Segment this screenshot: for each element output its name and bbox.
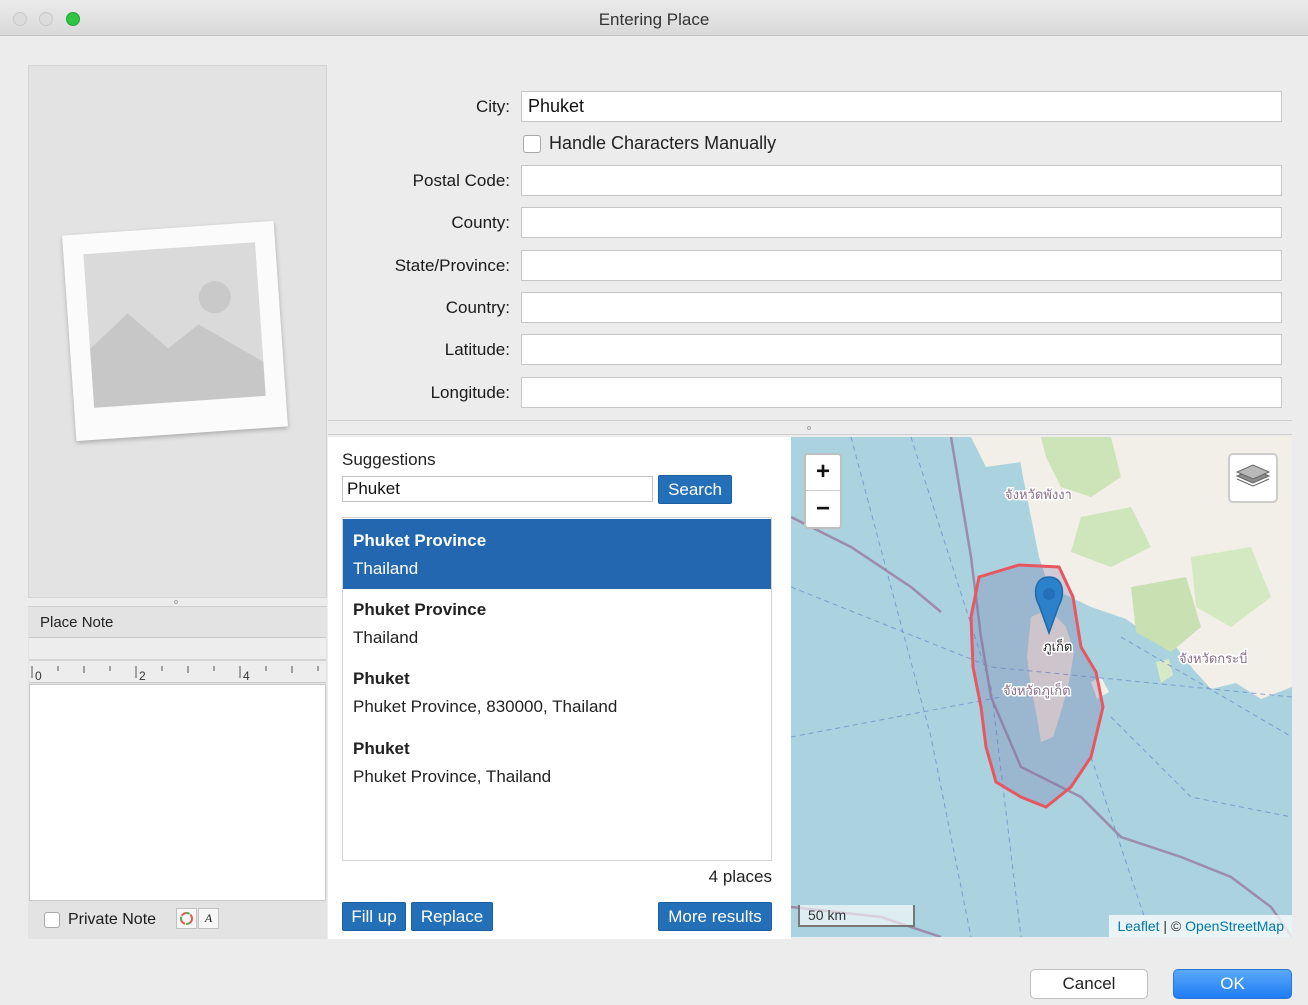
list-item[interactable]: Phuket Province Thailand	[343, 588, 771, 658]
font-panel-button[interactable]: A	[198, 908, 219, 929]
ruler-label: 2	[139, 669, 146, 683]
window-title: Entering Place	[598, 10, 710, 29]
longitude-label: Longitude:	[430, 383, 510, 402]
result-detail: Thailand	[353, 559, 419, 578]
search-button[interactable]: Search	[658, 475, 732, 504]
layers-icon[interactable]	[1228, 453, 1278, 503]
zoom-control: + −	[804, 453, 842, 529]
color-picker-icon[interactable]	[176, 908, 197, 929]
handle-characters-row: Handle Characters Manually	[523, 133, 776, 154]
state-province-row: State/Province:	[330, 250, 1282, 282]
note-footer: Private Note A	[28, 903, 327, 939]
result-name: Phuket	[353, 739, 410, 758]
place-note-textarea[interactable]	[29, 684, 326, 901]
split-view-divider[interactable]	[328, 420, 1292, 435]
place-photo-well[interactable]	[28, 65, 327, 598]
ok-button[interactable]: OK	[1173, 969, 1292, 999]
suggestion-results-list: Phuket Province Thailand Phuket Province…	[342, 517, 772, 861]
result-detail: Phuket Province, Thailand	[353, 767, 552, 786]
result-detail: Phuket Province, 830000, Thailand	[353, 697, 618, 716]
zoom-in-button[interactable]: +	[806, 455, 840, 491]
ruler-label: 0	[35, 669, 42, 683]
handle-characters-checkbox[interactable]	[523, 135, 541, 154]
zoom-out-button[interactable]: −	[806, 492, 840, 528]
cancel-button[interactable]: Cancel	[1030, 969, 1148, 999]
photo-placeholder-icon	[62, 220, 288, 442]
city-input[interactable]	[521, 91, 1282, 122]
list-item[interactable]: Phuket Phuket Province, Thailand	[343, 727, 771, 797]
state-province-input[interactable]	[521, 250, 1282, 281]
map-label-phangnga: จังหวัดพังงา	[1005, 488, 1072, 503]
county-row: County:	[330, 207, 1282, 239]
openstreetmap-link[interactable]: OpenStreetMap	[1185, 918, 1284, 934]
leaflet-link[interactable]: Leaflet	[1117, 918, 1159, 934]
place-note-label: Place Note	[40, 614, 114, 631]
city-row: City:	[330, 91, 1282, 123]
list-item[interactable]: Phuket Phuket Province, 830000, Thailand	[343, 657, 771, 727]
map-tiles: จังหวัดพังงา จังหวัดพังงา ภูเก็ต ภูเก็ต …	[791, 437, 1292, 937]
latitude-label: Latitude:	[444, 340, 510, 359]
splitter-handle[interactable]	[174, 600, 178, 604]
postal-code-label: Postal Code:	[412, 171, 510, 190]
suggestions-panel: Suggestions Search Phuket Province Thail…	[328, 437, 791, 939]
map-attribution: Leaflet | © OpenStreetMap	[1109, 915, 1292, 937]
handle-characters-label: Handle Characters Manually	[549, 133, 777, 153]
more-results-button[interactable]: More results	[658, 902, 772, 931]
place-note-panel: Place Note 0 2 4 Private Note A	[28, 606, 327, 939]
postal-code-input[interactable]	[521, 165, 1282, 196]
latitude-input[interactable]	[521, 334, 1282, 365]
private-note-checkbox[interactable]	[44, 912, 60, 928]
country-row: Country:	[330, 292, 1282, 324]
suggestions-title: Suggestions	[342, 450, 436, 469]
map-view[interactable]: จังหวัดพังงา จังหวัดพังงา ภูเก็ต ภูเก็ต …	[791, 437, 1292, 937]
state-province-label: State/Province:	[394, 256, 510, 275]
list-item[interactable]: Phuket Province Thailand	[343, 519, 771, 589]
result-detail: Thailand	[353, 628, 419, 647]
map-label-krabi: จังหวัดกระบี่	[1179, 650, 1247, 667]
country-label: Country:	[445, 298, 510, 317]
postal-code-row: Postal Code:	[330, 165, 1282, 197]
replace-button[interactable]: Replace	[411, 902, 493, 931]
title-bar: Entering Place	[0, 0, 1308, 36]
result-name: Phuket Province	[353, 600, 487, 619]
ruler-label: 4	[243, 669, 250, 683]
places-count: 4 places	[708, 867, 772, 886]
county-label: County:	[451, 213, 510, 232]
latitude-row: Latitude:	[330, 334, 1282, 366]
map-label-phuket-province: จังหวัดภูเก็ต	[1003, 681, 1071, 699]
county-input[interactable]	[521, 207, 1282, 238]
fill-up-button[interactable]: Fill up	[342, 902, 406, 931]
splitter-handle[interactable]	[807, 426, 811, 430]
map-scale: 50 km	[798, 905, 915, 927]
result-name: Phuket Province	[353, 531, 487, 550]
country-input[interactable]	[521, 292, 1282, 323]
attribution-separator: | ©	[1159, 918, 1186, 934]
longitude-input[interactable]	[521, 377, 1282, 408]
map-label-phuket-city: ภูเก็ต	[1043, 637, 1072, 655]
private-note-label: Private Note	[68, 911, 157, 928]
suggestion-search-input[interactable]	[342, 476, 653, 502]
longitude-row: Longitude:	[330, 377, 1282, 409]
city-label: City:	[476, 97, 510, 116]
result-name: Phuket	[353, 669, 410, 688]
text-ruler[interactable]: 0 2 4	[29, 637, 326, 683]
